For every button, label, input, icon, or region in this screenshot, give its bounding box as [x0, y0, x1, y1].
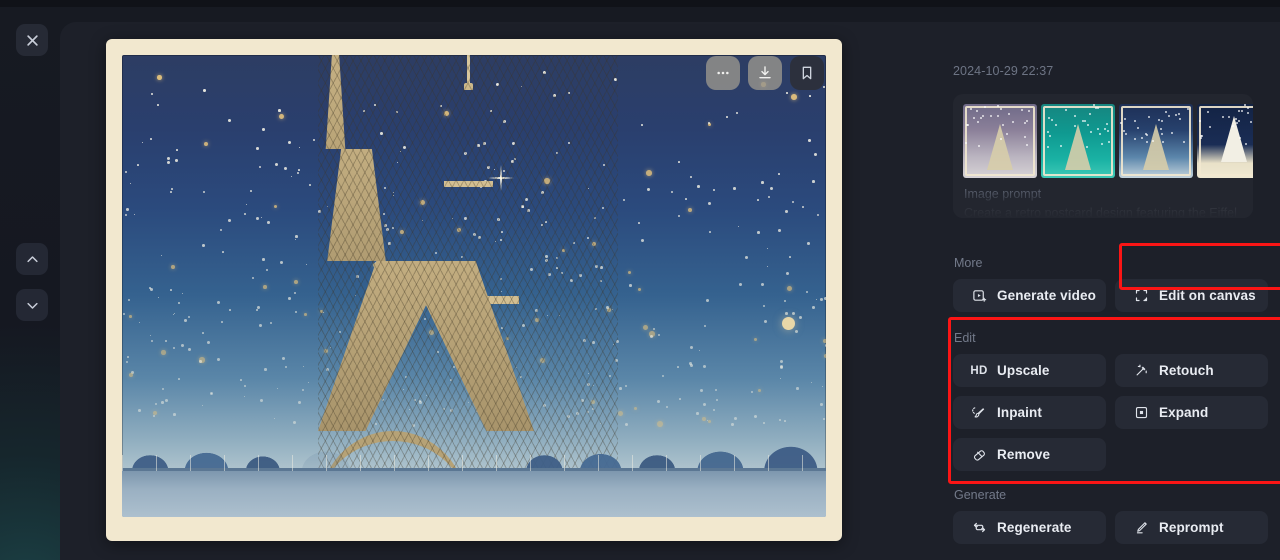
edit-section-label: Edit: [954, 331, 976, 345]
close-icon: [26, 34, 38, 46]
inpaint-label: Inpaint: [997, 405, 1042, 420]
thumbnail-strip: [963, 104, 1253, 178]
foreground-plaza: [122, 471, 826, 517]
magic-wand-icon: [1133, 363, 1149, 379]
image-stage: [106, 39, 842, 541]
moon: [782, 317, 795, 330]
expand-label: Expand: [1159, 405, 1209, 420]
upscale-button[interactable]: HD Upscale: [953, 354, 1106, 387]
prompt-label: Image prompt: [964, 187, 1042, 201]
app-root: 2024-10-29 22:37 Image prompt Create a r…: [0, 0, 1280, 560]
more-section-label: More: [954, 256, 983, 270]
postcard-frame[interactable]: [106, 39, 842, 541]
remove-button[interactable]: Remove: [953, 438, 1106, 471]
bookmark-icon: [802, 66, 812, 80]
timestamp: 2024-10-29 22:37: [953, 64, 1054, 78]
sidebar: 2024-10-29 22:37 Image prompt Create a r…: [948, 44, 1280, 560]
video-icon: [971, 288, 987, 304]
brush-icon: [971, 405, 987, 421]
next-image-button[interactable]: [16, 289, 48, 321]
hd-icon: HD: [970, 364, 988, 377]
generate-section: Generate Regenerate Reprompt: [953, 488, 1280, 553]
edit-button-row-3: Remove: [953, 438, 1280, 471]
top-strip: [0, 0, 1280, 7]
edit-button-row-1: HD Upscale Retouch: [953, 354, 1280, 387]
generate-video-button[interactable]: Generate video: [953, 279, 1106, 312]
thumbnail-variation-1[interactable]: [963, 104, 1037, 178]
generate-video-label: Generate video: [997, 288, 1096, 303]
pencil-icon: [1133, 520, 1149, 536]
retouch-button[interactable]: Retouch: [1115, 354, 1268, 387]
remove-label: Remove: [997, 447, 1051, 462]
more-options-button[interactable]: [706, 56, 740, 90]
reprompt-button[interactable]: Reprompt: [1115, 511, 1268, 544]
previous-image-button[interactable]: [16, 243, 48, 275]
prompt-text: Create a retro postcard design featuring…: [964, 206, 1237, 218]
prompt-card[interactable]: Image prompt Create a retro postcard des…: [953, 94, 1253, 218]
canvas-icon: [1133, 288, 1149, 304]
download-button[interactable]: [748, 56, 782, 90]
edit-button-row-2: Inpaint Expand: [953, 396, 1280, 429]
inpaint-button[interactable]: Inpaint: [953, 396, 1106, 429]
chevron-up-icon: [26, 255, 38, 262]
download-icon: [759, 66, 771, 79]
expand-icon: [1133, 405, 1149, 421]
ellipsis-icon: [717, 71, 729, 75]
regenerate-label: Regenerate: [997, 520, 1072, 535]
eraser-icon: [971, 447, 987, 463]
close-button[interactable]: [16, 24, 48, 56]
bookmark-button[interactable]: [790, 56, 824, 90]
detail-panel: 2024-10-29 22:37 Image prompt Create a r…: [60, 22, 1280, 560]
regenerate-button[interactable]: Regenerate: [953, 511, 1106, 544]
image-toolbar: [706, 56, 824, 90]
retouch-label: Retouch: [1159, 363, 1214, 378]
chevron-down-icon: [26, 302, 38, 309]
edit-on-canvas-button[interactable]: Edit on canvas: [1115, 279, 1268, 312]
upscale-label: Upscale: [997, 363, 1050, 378]
thumbnail-variation-3[interactable]: [1119, 104, 1193, 178]
more-button-row: Generate video Edit on canvas: [953, 279, 1280, 312]
generated-image[interactable]: [122, 55, 826, 517]
edit-section: Edit HD Upscale Retouch Inpaint Expand R…: [948, 317, 1280, 484]
expand-button[interactable]: Expand: [1115, 396, 1268, 429]
more-section: More Generate video Edit on canvas: [953, 243, 1280, 321]
refresh-icon: [971, 520, 987, 536]
reprompt-label: Reprompt: [1159, 520, 1224, 535]
thumbnail-variation-2[interactable]: [1041, 104, 1115, 178]
generate-button-row: Regenerate Reprompt: [953, 511, 1280, 544]
thumbnail-variation-4[interactable]: [1197, 104, 1253, 178]
edit-on-canvas-label: Edit on canvas: [1159, 288, 1256, 303]
generate-section-label: Generate: [954, 488, 1007, 502]
